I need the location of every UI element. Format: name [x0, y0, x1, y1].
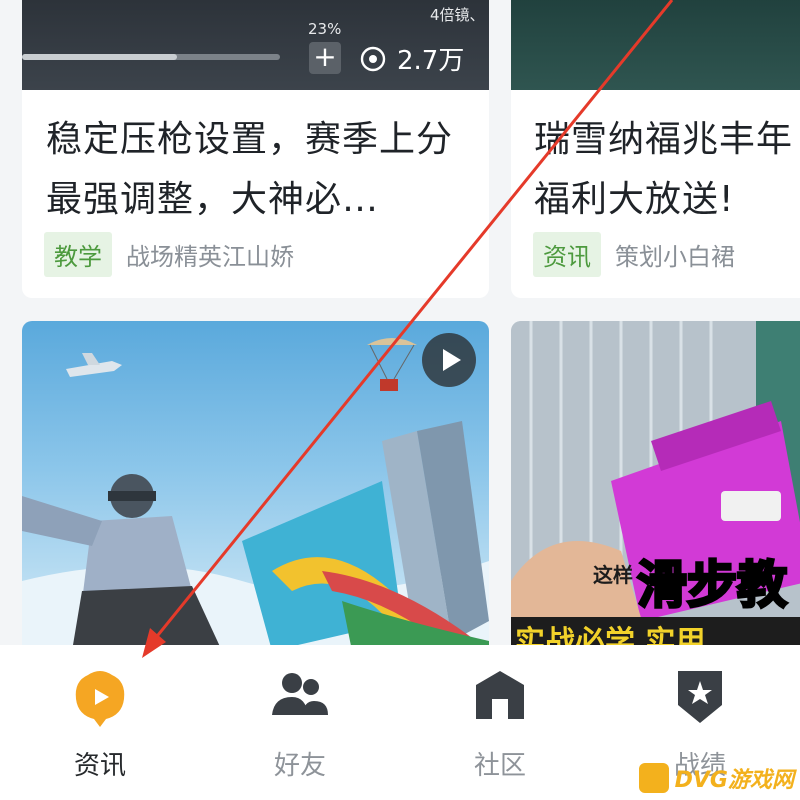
zoom-label: 4倍镜、 — [430, 6, 485, 24]
view-count-value: 2.7万 — [397, 46, 465, 76]
progress-fill — [22, 54, 177, 60]
article-meta: 资讯 策划小白裙 — [533, 232, 735, 277]
article-card[interactable]: 瑞雪纳福兆丰年 福利大放送! 资讯 策划小白裙 — [511, 0, 800, 298]
article-card[interactable]: 23% 4倍镜、 + 2.7万 稳定压枪设置，赛季上分最强调整，大神必… 教学 … — [22, 0, 489, 298]
article-title-line1: 瑞雪纳福兆丰年 — [534, 119, 794, 160]
article-meta: 教学 战场精英江山娇 — [44, 232, 294, 277]
friends-icon — [272, 673, 328, 715]
article-title-line2: 福利大放送! — [534, 179, 735, 220]
nav-label: 社区 — [473, 751, 526, 781]
article-title[interactable]: 瑞雪纳福兆丰年 福利大放送! — [534, 110, 800, 230]
nav-item-community[interactable]: 社区 — [420, 645, 580, 800]
category-tag: 资讯 — [533, 232, 601, 277]
nav-item-news[interactable]: 资讯 — [20, 645, 180, 800]
eye-icon — [360, 46, 386, 71]
community-icon — [476, 671, 524, 719]
news-icon — [75, 671, 125, 727]
watermark-logo-icon — [638, 763, 669, 793]
record-icon — [678, 671, 722, 723]
zoom-percent: 23% — [308, 20, 342, 38]
article-title[interactable]: 稳定压枪设置，赛季上分最强调整，大神必… — [46, 110, 466, 230]
video-thumbnail[interactable] — [511, 0, 800, 90]
watermark: DVG游戏网 — [638, 762, 794, 794]
nav-label: 资讯 — [73, 751, 126, 781]
author-name[interactable]: 战场精英江山娇 — [126, 237, 294, 272]
watermark-text: DVG游戏网 — [674, 768, 794, 793]
view-count: 2.7万 — [359, 40, 464, 77]
video-thumbnail[interactable]: 23% 4倍镜、 + 2.7万 — [22, 0, 489, 90]
nav-item-friends[interactable]: 好友 — [220, 645, 380, 800]
overlay-caption: 这样 — [593, 563, 633, 587]
nav-label: 好友 — [273, 751, 326, 781]
play-icon[interactable] — [422, 333, 476, 387]
author-name[interactable]: 策划小白裙 — [615, 237, 735, 272]
progress-bar — [22, 54, 280, 60]
video-card[interactable]: 这样 滑步教 实战必学 实用 — [511, 321, 800, 651]
overlay-title: 滑步教 — [636, 555, 789, 616]
video-card[interactable] — [22, 321, 489, 651]
plus-icon: + — [309, 42, 341, 74]
category-tag: 教学 — [44, 232, 112, 277]
game-artwork — [22, 338, 489, 651]
